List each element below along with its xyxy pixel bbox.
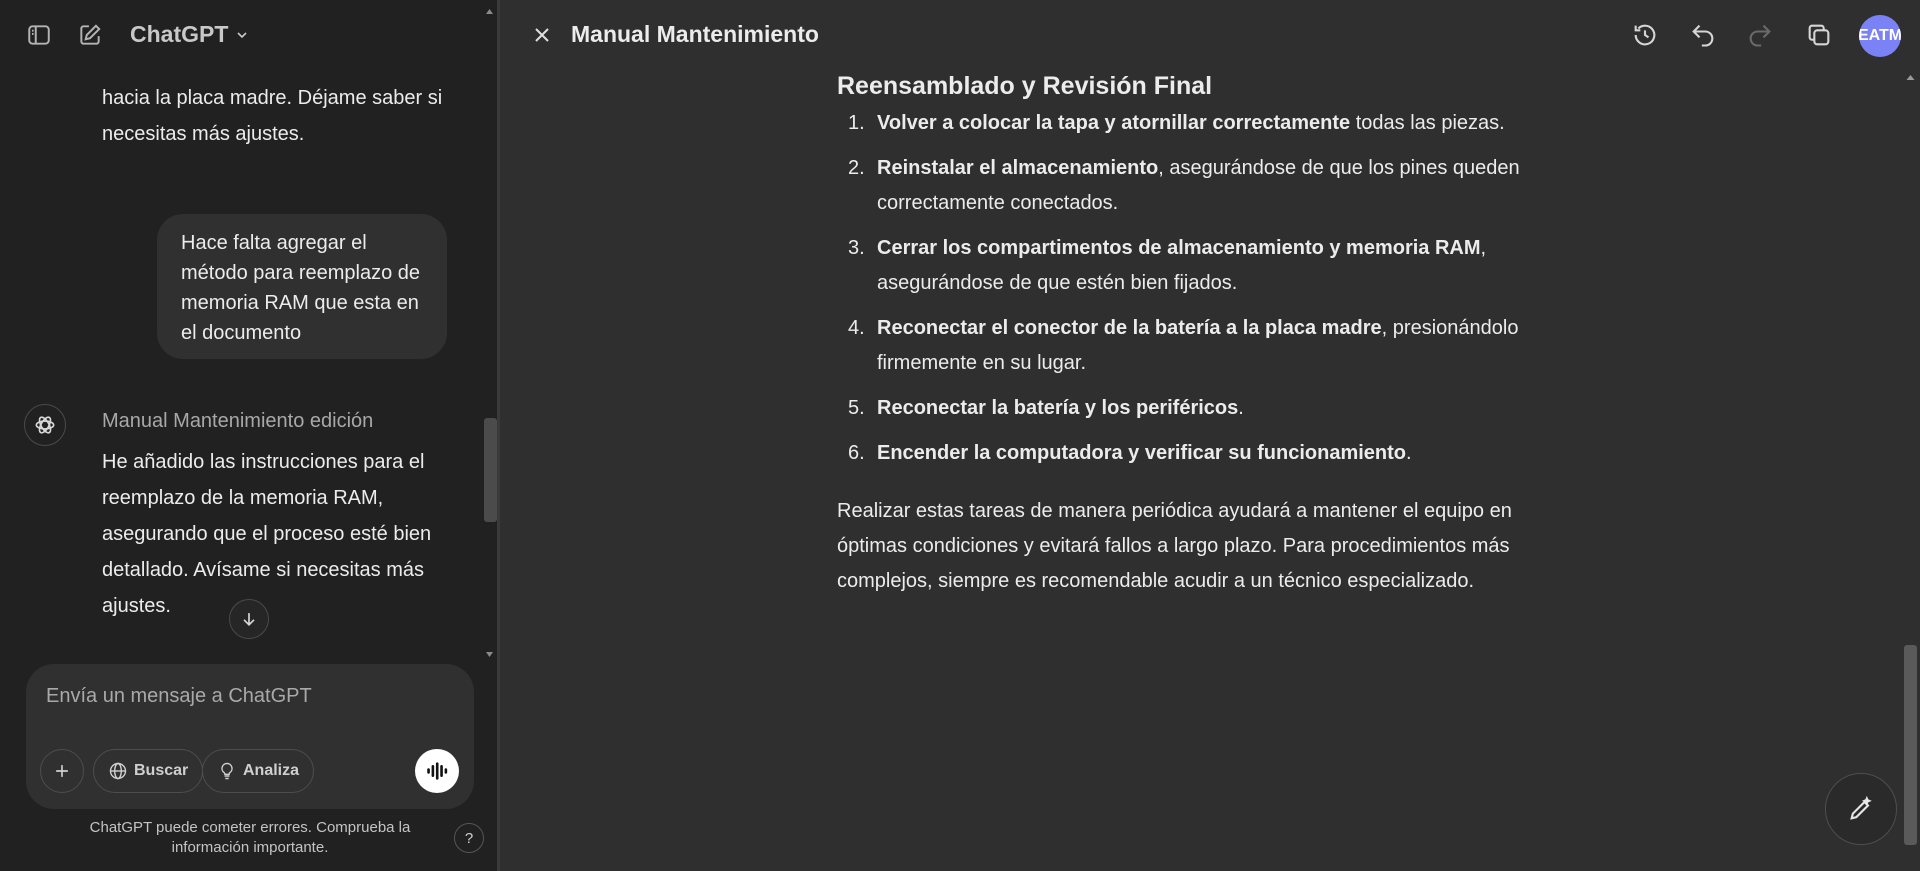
- list-item: 6. Encender la computadora y verificar su…: [837, 436, 1537, 471]
- version-history-button[interactable]: [1625, 15, 1665, 55]
- list-item-bold: Reconectar el conector de la batería a l…: [877, 317, 1382, 339]
- list-item-number: 1.: [848, 112, 865, 134]
- close-icon: [530, 23, 554, 47]
- voice-mode-button[interactable]: [415, 749, 459, 793]
- assistant-message-previous: hacia la placa madre. Déjame saber si ne…: [102, 87, 443, 145]
- message-composer: Buscar Analiza: [26, 664, 474, 809]
- list-item-text: todas las piezas.: [1350, 112, 1505, 134]
- list-item-text: .: [1406, 442, 1412, 464]
- globe-icon: [108, 761, 128, 781]
- add-attachment-button[interactable]: [40, 749, 84, 793]
- canvas-document[interactable]: Reensamblado y Revisión Final 1. Volver a…: [837, 66, 1537, 599]
- help-button[interactable]: ?: [454, 823, 484, 853]
- user-message-bubble: Hace falta agregar el método para reempl…: [157, 214, 447, 359]
- chat-scrollbar[interactable]: [482, 0, 497, 666]
- disclaimer-text: ChatGPT puede cometer errores. Comprueba…: [89, 819, 411, 856]
- list-item-number: 5.: [848, 397, 865, 419]
- list-item: 3. Cerrar los compartimentos de almacenam…: [837, 231, 1537, 301]
- model-selector[interactable]: ChatGPT: [130, 21, 250, 48]
- list-item-bold: Encender la computadora y verificar su f…: [877, 442, 1407, 464]
- list-item-number: 4.: [848, 317, 865, 339]
- reason-button-label: Analiza: [243, 762, 300, 779]
- plus-icon: [52, 761, 72, 781]
- list-item-text: .: [1238, 397, 1244, 419]
- copy-button[interactable]: [1799, 15, 1839, 55]
- list-item: 2. Reinstalar el almacenamiento, asegurán…: [837, 151, 1537, 221]
- search-button[interactable]: Buscar: [93, 749, 204, 793]
- canvas-panel: Manual Mantenimiento EATM Reensamblado y…: [500, 0, 1920, 871]
- edit-pen-icon: [1847, 795, 1875, 823]
- closing-paragraph: Realizar estas tareas de manera periódic…: [837, 500, 1512, 592]
- model-name-label: ChatGPT: [130, 21, 229, 47]
- list-item-bold: Reinstalar el almacenamiento: [877, 157, 1159, 179]
- list-item: 4. Reconectar el conector de la batería a…: [837, 311, 1537, 381]
- undo-icon: [1689, 21, 1717, 49]
- list-item-number: 3.: [848, 237, 865, 259]
- canvas-scrollbar-thumb[interactable]: [1904, 645, 1917, 845]
- redo-button[interactable]: [1740, 15, 1780, 55]
- section-heading: Reensamblado y Revisión Final: [837, 72, 1213, 100]
- search-button-label: Buscar: [134, 762, 189, 779]
- chatgpt-logo-icon: [24, 404, 66, 446]
- voice-waveform-icon: [424, 758, 450, 784]
- user-avatar[interactable]: EATM: [1859, 15, 1901, 57]
- assistant-message-reply: He añadido las instrucciones para el ree…: [102, 451, 432, 617]
- sidebar-toggle-button[interactable]: [17, 13, 61, 57]
- chat-scrollbar-thumb[interactable]: [484, 418, 497, 522]
- sidebar-icon: [26, 22, 52, 48]
- message-input[interactable]: [44, 684, 448, 709]
- list-item-bold: Volver a colocar la tapa y atornillar co…: [877, 112, 1351, 134]
- scroll-to-bottom-button[interactable]: [229, 599, 269, 639]
- canvas-title: Manual Mantenimiento: [571, 21, 819, 47]
- steps-list: 1. Volver a colocar la tapa y atornillar …: [837, 106, 1537, 471]
- list-item-bold: Cerrar los compartimentos de almacenamie…: [877, 237, 1481, 259]
- canvas-reference-link[interactable]: Manual Mantenimiento edición: [102, 410, 373, 433]
- list-item: 5. Reconectar la batería y los periférico…: [837, 391, 1537, 426]
- reason-button[interactable]: Analiza: [202, 749, 315, 793]
- list-item-number: 6.: [848, 442, 865, 464]
- close-canvas-button[interactable]: [522, 15, 562, 55]
- redo-icon: [1746, 21, 1774, 49]
- suggest-edits-button[interactable]: [1825, 773, 1897, 845]
- chat-header: ChatGPT: [0, 0, 497, 70]
- undo-button[interactable]: [1683, 15, 1723, 55]
- list-item: 1. Volver a colocar la tapa y atornillar …: [837, 106, 1537, 141]
- arrow-down-icon: [239, 609, 259, 629]
- lightbulb-icon: [217, 761, 237, 781]
- list-item-number: 2.: [848, 157, 865, 179]
- compose-icon: [77, 22, 103, 48]
- list-item-bold: Reconectar la batería y los periféricos: [877, 397, 1239, 419]
- chevron-down-icon: [234, 27, 250, 43]
- new-chat-button[interactable]: [68, 13, 112, 57]
- copy-icon: [1805, 21, 1833, 49]
- history-icon: [1631, 21, 1659, 49]
- chat-panel: ChatGPT hacia la placa madre. Déjame sab…: [0, 0, 500, 871]
